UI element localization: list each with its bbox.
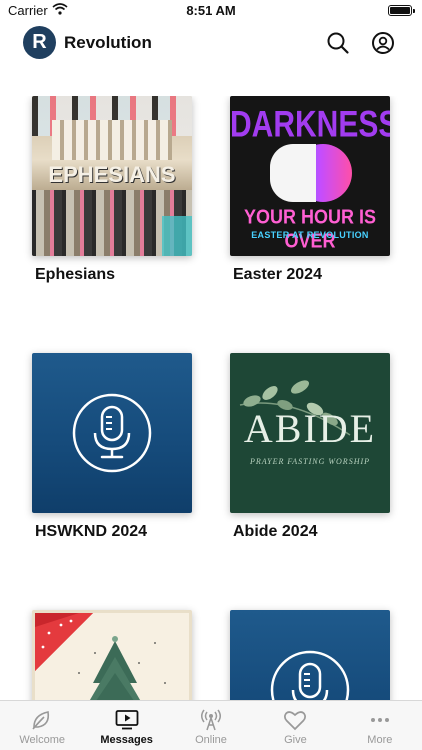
tv-play-icon	[115, 710, 139, 730]
app-title: Revolution	[64, 33, 152, 52]
heart-icon	[284, 711, 307, 731]
microphone-icon	[270, 650, 350, 700]
series-title: HSWKND 2024	[35, 523, 148, 540]
series-artwork: ABIDE PRAYER FASTING WORSHIP	[230, 353, 390, 513]
series-card-christmas[interactable]	[32, 610, 192, 700]
tab-label: Welcome	[19, 734, 66, 746]
christmas-tree-icon	[35, 613, 166, 700]
series-card-podcast[interactable]	[230, 610, 390, 700]
artwork-line1: YOUR HOUR IS OVER	[243, 204, 376, 252]
tab-label: Messages	[100, 734, 153, 746]
app-header: R Revolution	[0, 26, 422, 62]
series-card-ephesians[interactable]: EPHESIANS Ephesians	[32, 96, 192, 284]
series-card-hswknd[interactable]: HSWKND 2024	[32, 353, 192, 541]
artwork-subtitle: PRAYER FASTING WORSHIP	[249, 457, 371, 466]
series-title: Easter 2024	[233, 266, 322, 283]
broadcast-icon	[201, 709, 222, 731]
series-artwork	[32, 610, 192, 700]
leaf-icon	[32, 711, 50, 730]
ellipsis-icon	[370, 718, 389, 722]
status-bar: Carrier 8:51 AM	[0, 0, 422, 22]
battery-icon	[388, 5, 415, 16]
tab-messages[interactable]: Messages	[84, 701, 168, 750]
series-title: Abide 2024	[233, 523, 318, 540]
series-title: Ephesians	[35, 266, 116, 283]
artwork-headline: DARKNESS	[230, 103, 390, 145]
series-artwork: EPHESIANS	[32, 96, 192, 256]
status-time: 8:51 AM	[186, 3, 236, 18]
tab-give[interactable]: Give	[253, 701, 337, 750]
app-logo: R	[23, 26, 56, 59]
artwork-line2: EASTER AT REVOLUTION	[251, 230, 369, 240]
series-artwork	[230, 610, 390, 700]
account-button[interactable]	[371, 31, 395, 55]
tab-label: Online	[195, 734, 227, 746]
tab-more[interactable]: More	[338, 701, 422, 750]
tab-label: More	[367, 734, 393, 746]
tab-online[interactable]: Online	[169, 701, 253, 750]
artwork-text: ABIDE	[243, 406, 377, 451]
tab-bar: Welcome Messages Online Give More	[0, 700, 422, 750]
tab-label: Give	[284, 734, 307, 746]
artwork-text: EPHESIANS	[48, 162, 176, 187]
microphone-icon	[72, 393, 152, 473]
tab-welcome[interactable]: Welcome	[0, 701, 84, 750]
search-button[interactable]	[326, 31, 350, 55]
series-grid: EPHESIANS Ephesians DARKNESS YOUR HOUR I…	[0, 96, 422, 700]
search-icon	[327, 32, 349, 54]
series-card-easter[interactable]: DARKNESS YOUR HOUR IS OVER EASTER AT REV…	[230, 96, 390, 284]
account-icon	[372, 32, 394, 54]
series-artwork: DARKNESS YOUR HOUR IS OVER EASTER AT REV…	[230, 96, 390, 256]
series-card-abide[interactable]: ABIDE PRAYER FASTING WORSHIP Abide 2024	[230, 353, 390, 541]
series-artwork	[32, 353, 192, 513]
